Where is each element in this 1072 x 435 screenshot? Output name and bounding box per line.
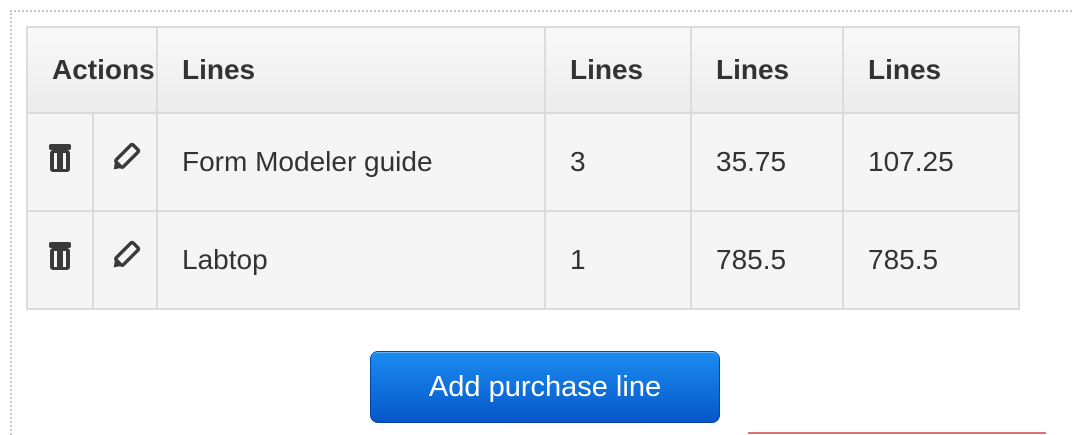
header-lines-3: Lines [690,26,844,114]
trash-icon[interactable] [43,141,77,175]
header-lines-2: Lines [544,26,692,114]
edit-cell [92,210,158,310]
line-unit-price: 35.75 [690,112,844,212]
purchase-lines-table: Actions Lines Lines Lines Lines Form Mod… [26,26,1020,310]
header-lines-1: Lines [156,26,546,114]
line-total: 107.25 [842,112,1020,212]
table-header-row: Actions Lines Lines Lines Lines [26,26,1020,114]
trash-icon[interactable] [43,239,77,273]
edit-cell [92,112,158,212]
table-row: Labtop 1 785.5 785.5 [26,210,1020,310]
add-purchase-line-button[interactable]: Add purchase line [370,351,720,423]
line-name: Labtop [156,210,546,310]
header-actions: Actions [26,26,158,114]
line-name: Form Modeler guide [156,112,546,212]
delete-cell [26,210,94,310]
delete-cell [26,112,94,212]
header-lines-4: Lines [842,26,1020,114]
line-total: 785.5 [842,210,1020,310]
pencil-icon[interactable] [108,141,142,175]
line-unit-price: 785.5 [690,210,844,310]
pencil-icon[interactable] [108,239,142,273]
line-quantity: 3 [544,112,692,212]
line-quantity: 1 [544,210,692,310]
divider [748,432,1046,434]
table-row: Form Modeler guide 3 35.75 107.25 [26,112,1020,212]
